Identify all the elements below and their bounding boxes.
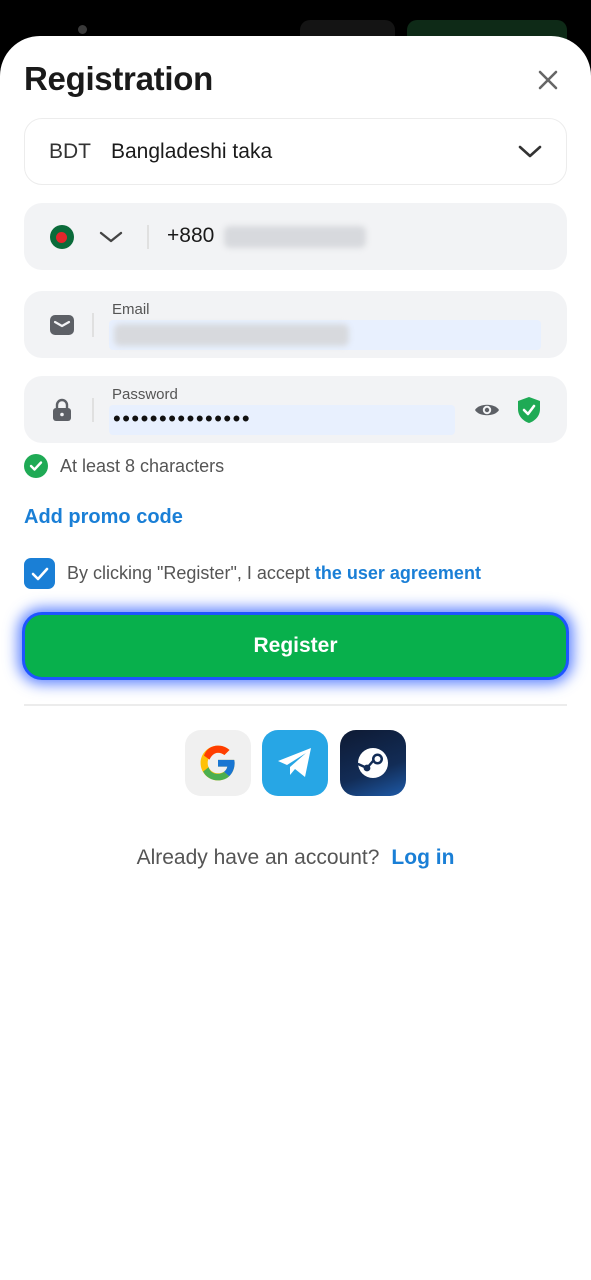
registration-sheet: Registration BDT Bangladeshi taka +880 E…	[0, 36, 591, 1280]
field-divider	[92, 313, 94, 337]
password-field[interactable]: Password •••••••••••••••	[24, 376, 567, 443]
user-agreement-link[interactable]: the user agreement	[315, 563, 481, 584]
page-title: Registration	[24, 60, 213, 97]
google-icon	[200, 745, 235, 781]
password-rule-text: At least 8 characters	[60, 455, 225, 476]
lock-icon	[53, 398, 71, 421]
close-button[interactable]	[530, 62, 566, 98]
checkmark-icon	[31, 567, 48, 580]
password-rule: At least 8 characters	[24, 454, 224, 478]
phone-number-redacted[interactable]	[224, 226, 366, 248]
shield-check-icon	[518, 397, 540, 423]
register-button[interactable]: Register	[22, 612, 569, 680]
password-value: •••••••••••••••	[113, 406, 252, 431]
agreement-row: By clicking "Register", I accept the use…	[24, 558, 481, 589]
google-login-button[interactable]	[185, 730, 251, 796]
currency-code: BDT	[49, 139, 91, 163]
divider	[24, 704, 567, 706]
password-label: Password	[112, 386, 178, 403]
login-prompt: Already have an account?	[136, 846, 380, 869]
agreement-text: By clicking "Register", I accept	[67, 563, 310, 583]
mail-icon	[50, 315, 74, 335]
login-row: Already have an account? Log in	[0, 846, 591, 870]
email-value-redacted	[114, 324, 349, 346]
phone-field[interactable]: +880	[24, 203, 567, 270]
login-link[interactable]: Log in	[391, 846, 454, 869]
chevron-down-icon	[518, 145, 542, 157]
country-chevron-down-icon[interactable]	[98, 225, 124, 249]
email-label: Email	[112, 301, 150, 318]
field-divider	[92, 398, 94, 422]
field-divider	[147, 225, 149, 249]
check-circle-icon	[24, 454, 48, 478]
agreement-checkbox[interactable]	[24, 558, 55, 589]
bangladesh-flag-icon	[50, 225, 74, 249]
email-field[interactable]: Email	[24, 291, 567, 358]
eye-icon[interactable]	[473, 398, 501, 422]
steam-login-button[interactable]	[340, 730, 406, 796]
currency-name: Bangladeshi taka	[111, 139, 273, 163]
currency-select[interactable]: BDT Bangladeshi taka	[24, 118, 567, 185]
close-icon	[538, 70, 558, 90]
steam-icon	[356, 748, 388, 778]
add-promo-code-link[interactable]: Add promo code	[24, 506, 183, 529]
status-dot	[78, 25, 87, 34]
telegram-icon	[278, 748, 311, 777]
telegram-login-button[interactable]	[262, 730, 328, 796]
phone-prefix: +880	[167, 224, 215, 247]
